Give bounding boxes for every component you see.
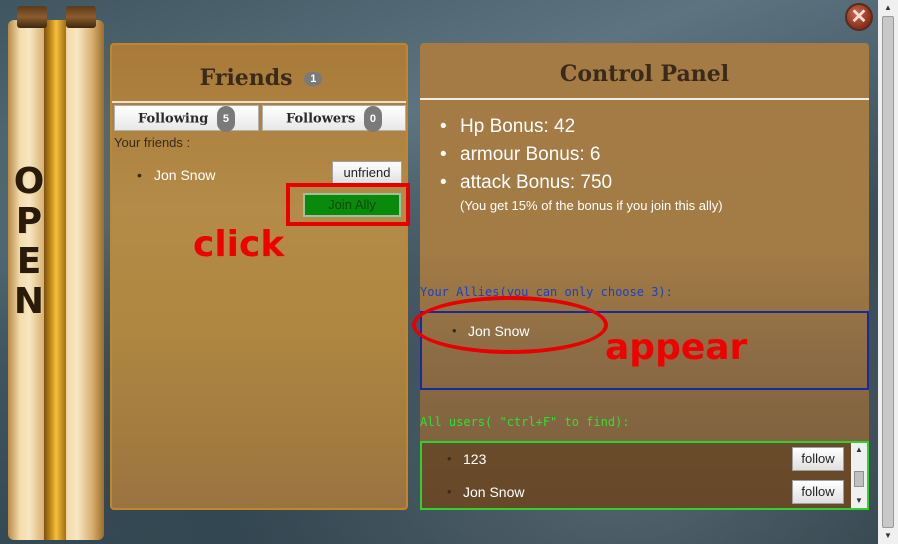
scrollbar-thumb[interactable] [854,471,864,487]
users-label: All users( "ctrl+F" to find): [420,415,630,429]
hp-bonus: Hp Bonus: 42 [440,113,612,141]
tab-following[interactable]: Following 5 [114,105,259,132]
users-list: • 123 follow • Jon Snow follow ▲ ▼ [420,441,869,510]
friends-title-text: Friends [199,65,293,91]
scroll-down-icon[interactable]: ▼ [851,494,867,508]
followers-count-badge: 0 [363,106,383,132]
list-item: • 123 follow [422,445,852,475]
annotation-ellipse [412,296,608,354]
scroll-letter: O [13,161,45,202]
close-button[interactable]: ✕ [845,3,873,31]
list-item: • Jon Snow follow [422,478,852,508]
bonus-list: Hp Bonus: 42 armour Bonus: 6 attack Bonu… [440,113,612,197]
control-panel: Control Panel Hp Bonus: 42 armour Bonus:… [412,43,869,510]
control-panel-title: Control Panel [559,61,730,87]
follow-button[interactable]: follow [792,480,844,504]
scroll-cap-top-left [17,6,47,28]
following-count-badge: 5 [216,106,236,132]
attack-bonus: attack Bonus: 750 [440,169,612,197]
scroll-cap-top-right [66,6,96,28]
scroll-letter: N [13,281,45,322]
user-name: 123 [463,451,487,467]
page-scrollbar[interactable]: ▲ ▼ [878,0,898,544]
friends-divider [112,101,406,103]
open-scroll-button[interactable]: O P E N [0,0,110,544]
friends-count-badge: 1 [304,72,323,86]
scroll-up-icon[interactable]: ▲ [851,443,867,457]
bonus-note: (You get 15% of the bonus if you join th… [460,198,723,213]
allies-label: Your Allies(you can only choose 3): [420,285,673,299]
annotation-highlight-box [286,183,410,226]
friends-title: Friends 1 [112,65,410,91]
follow-button[interactable]: follow [792,447,844,471]
tab-followers[interactable]: Followers 0 [262,105,406,132]
close-icon: ✕ [850,6,868,28]
list-bullet: • [447,484,452,499]
annotation-click-text: click [193,224,285,265]
your-friends-label: Your friends : [114,135,191,150]
unfriend-button[interactable]: unfriend [332,161,402,185]
scrollbar-thumb[interactable] [882,16,894,528]
friends-panel: Friends 1 Following 5 Followers 0 Your f… [110,43,408,510]
tab-followers-label: Followers [285,111,356,127]
armour-bonus: armour Bonus: 6 [440,141,612,169]
annotation-appear-text: appear [605,327,748,368]
list-bullet: • [447,451,452,466]
list-bullet: • [137,167,142,183]
scroll-letter: E [16,241,42,282]
scroll-open-label: O P E N [8,162,50,322]
control-panel-divider [420,98,869,100]
users-scrollbar[interactable]: ▲ ▼ [851,443,867,508]
friend-name: Jon Snow [154,167,216,183]
scroll-letter: P [15,201,43,242]
scroll-up-icon[interactable]: ▲ [878,0,898,16]
tab-following-label: Following [137,111,209,127]
user-name: Jon Snow [463,484,525,500]
scroll-down-icon[interactable]: ▼ [878,528,898,544]
